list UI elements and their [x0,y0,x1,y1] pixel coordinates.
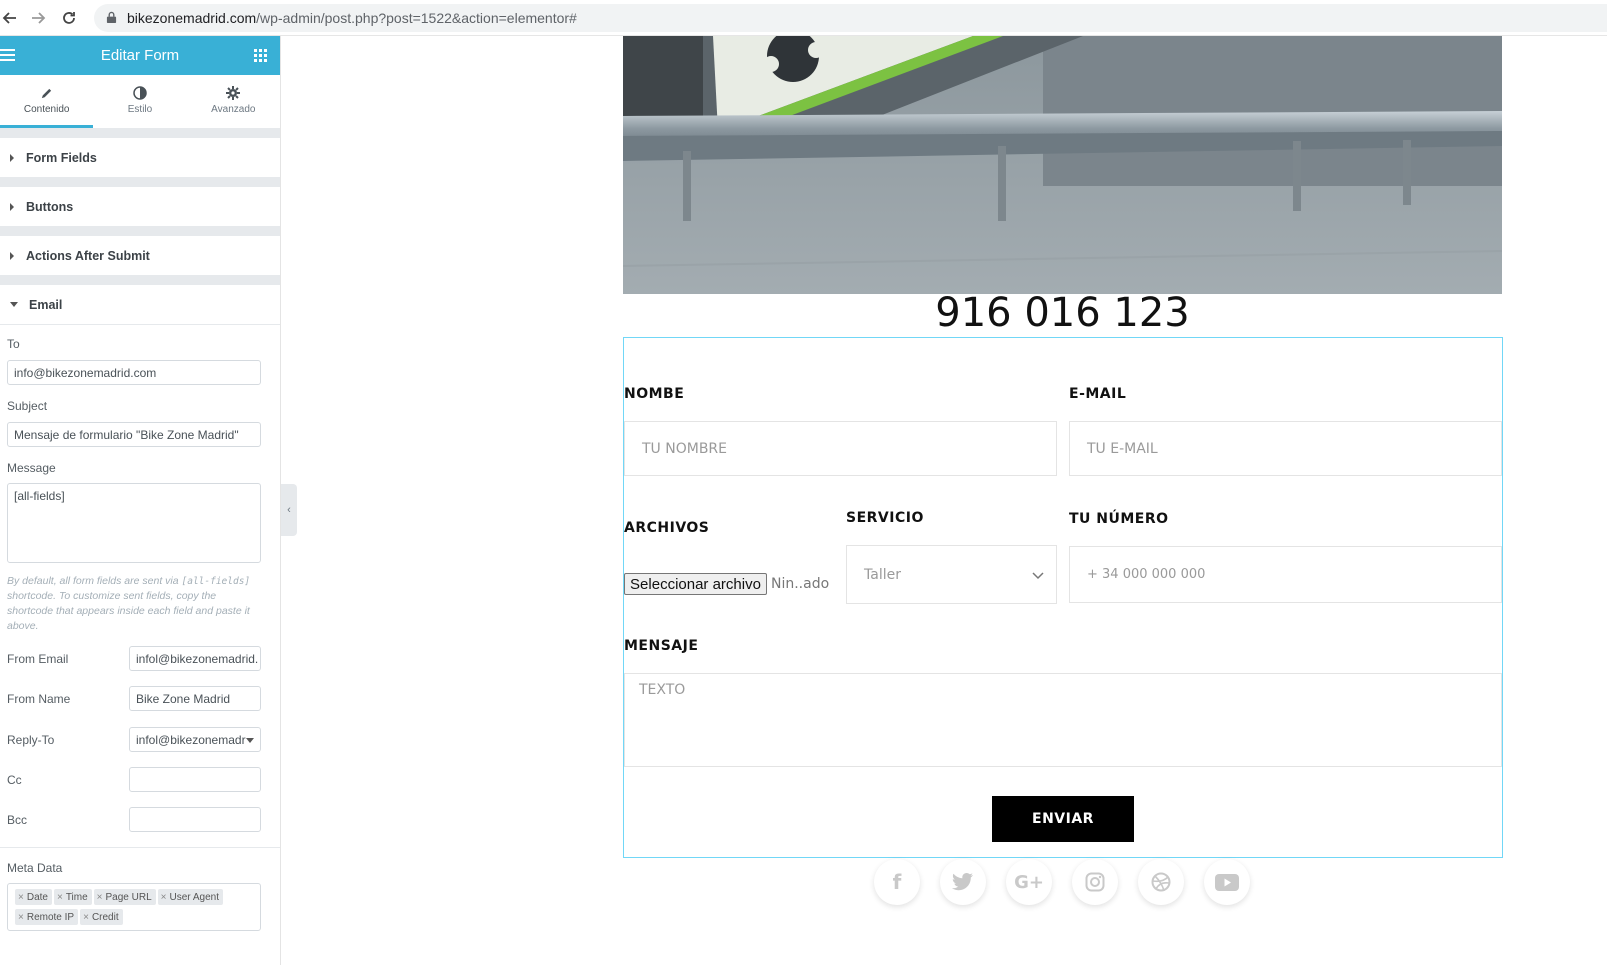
email-label: E-MAIL [1069,386,1127,402]
tab-estilo[interactable]: Estilo [93,75,186,128]
youtube-icon[interactable] [1204,859,1250,905]
bcc-input[interactable] [129,807,261,832]
url-path: /wp-admin/post.php?post=1522&action=elem… [256,10,577,26]
message-textarea[interactable]: [all-fields] [7,483,261,563]
cc-label: Cc [7,773,22,787]
gear-icon [226,85,241,101]
numero-input[interactable]: + 34 000 000 000 [1069,546,1502,603]
pencil-icon [40,85,53,101]
address-bar[interactable]: bikezonemadrid.com/wp-admin/post.php?pos… [94,4,1607,32]
cc-input[interactable] [129,767,261,792]
file-status: Nin..ado [771,576,830,592]
mensaje-label: MENSAJE [624,638,699,654]
panel-tabs: Contenido Estilo Avanzado [0,75,280,128]
twitter-icon[interactable] [940,859,986,905]
meta-tag[interactable]: × Credit [80,909,123,925]
remove-x-icon[interactable]: × [83,912,89,923]
tab-avanzado[interactable]: Avanzado [187,75,280,128]
meta-tag[interactable]: × Date [15,889,52,905]
elementor-panel: Editar Form Contenido Estilo Avanzado Fo… [0,36,281,965]
half-circle-icon [133,85,147,101]
back-arrow-icon[interactable] [0,3,24,33]
subject-label: Subject [7,399,48,413]
enviar-button[interactable]: ENVIAR [992,796,1134,842]
to-input[interactable]: info@bikezonemadrid.com [7,360,261,385]
to-label: To [7,337,20,351]
caret-right-icon [10,153,14,162]
caret-down-icon [10,302,18,307]
email-input[interactable]: TU E-MAIL [1069,421,1502,476]
from-email-input[interactable]: infol@bikezonemadrid. [129,646,261,671]
chevron-left-icon: ‹ [287,504,291,516]
archivos-label: ARCHIVOS [624,520,710,536]
numero-label: TU NÚMERO [1069,511,1169,527]
reload-icon[interactable] [54,3,84,33]
servicio-label: SERVICIO [846,510,924,526]
url-host: bikezonemadrid.com [127,10,257,26]
dropdown-arrow-icon [246,738,254,743]
contact-form: NOMBE TU NOMBRE E-MAIL TU E-MAIL ARCHIVO… [623,337,1503,858]
bcc-label: Bcc [7,813,28,827]
phone-number: 916 016 123 [935,290,1190,336]
tab-contenido[interactable]: Contenido [0,75,94,128]
mensaje-textarea[interactable]: TEXTO [624,673,1502,767]
lock-icon [106,11,118,25]
chevron-down-icon [1032,568,1044,584]
hamburger-menu-icon[interactable] [0,48,15,62]
help-text: By default, all form fields are sent via… [7,575,251,632]
remove-x-icon[interactable]: × [161,892,167,903]
message-label: Message [7,461,56,475]
browser-toolbar: bikezonemadrid.com/wp-admin/post.php?pos… [0,0,1607,36]
nombre-input[interactable]: TU NOMBRE [624,421,1057,476]
panel-title: Editar Form [100,47,180,64]
remove-x-icon[interactable]: × [57,892,63,903]
nombre-label: NOMBE [624,386,685,402]
remove-x-icon[interactable]: × [97,892,103,903]
google-plus-icon[interactable]: G+ [1006,859,1052,905]
meta-data-label: Meta Data [7,861,63,875]
reply-to-label: Reply-To [7,733,55,747]
meta-tag[interactable]: × Page URL [93,889,156,905]
subject-input[interactable]: Mensaje de formulario "Bike Zone Madrid" [7,422,261,447]
hero-image [623,36,1502,294]
from-email-label: From Email [7,652,69,666]
file-select-button[interactable]: Seleccionar archivo [624,573,767,595]
widgets-grid-icon[interactable] [254,49,267,62]
from-name-input[interactable]: Bike Zone Madrid [129,686,261,711]
remove-x-icon[interactable]: × [18,912,24,923]
panel-collapse-handle[interactable]: ‹ [281,484,297,536]
remove-x-icon[interactable]: × [18,892,24,903]
meta-tag[interactable]: × User Agent [157,889,223,905]
preview-canvas: 916 016 123 NOMBE TU NOMBRE E-MAIL TU E-… [297,36,1607,965]
dribbble-icon[interactable] [1138,859,1184,905]
instagram-icon[interactable] [1072,859,1118,905]
panel-header: Editar Form [0,36,280,75]
section-form-fields[interactable]: Form Fields [0,138,280,177]
meta-tag[interactable]: × Time [53,889,92,905]
from-name-label: From Name [7,692,71,706]
forward-arrow-icon[interactable] [24,3,54,33]
meta-data-select[interactable]: × Date × Time × Page URL × User Agent × Remot… [7,883,261,931]
caret-right-icon [10,251,14,260]
servicio-select[interactable]: Taller [846,545,1057,604]
caret-right-icon [10,202,14,211]
section-buttons[interactable]: Buttons [0,187,280,226]
meta-tag[interactable]: × Remote IP [15,909,79,925]
reply-to-select[interactable]: infol@bikezonemadr [129,727,261,752]
section-actions-after-submit[interactable]: Actions After Submit [0,236,280,275]
facebook-icon[interactable]: f [874,859,920,905]
section-email[interactable]: Email [0,285,280,324]
